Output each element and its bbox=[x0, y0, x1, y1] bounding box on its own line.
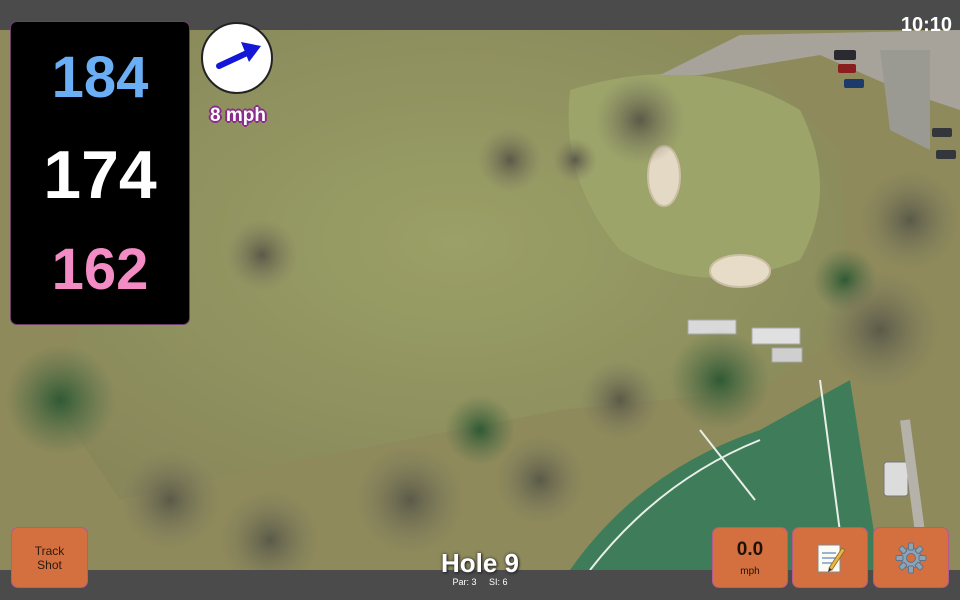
golf-gps-screen: 10:10 184 174 162 8 mph Track Shot Hole … bbox=[0, 0, 960, 600]
bunker bbox=[709, 254, 771, 288]
tree bbox=[580, 360, 660, 440]
speed-unit: mph bbox=[740, 565, 760, 577]
track-shot-button[interactable]: Track Shot bbox=[12, 528, 87, 587]
tree bbox=[595, 75, 685, 165]
tree bbox=[5, 345, 115, 455]
tree bbox=[820, 270, 940, 390]
tree bbox=[860, 170, 960, 270]
back-distance: 184 bbox=[51, 45, 149, 110]
front-distance: 162 bbox=[51, 237, 149, 302]
middle-distance: 174 bbox=[43, 137, 157, 213]
hole-stroke-index: SI: 6 bbox=[489, 577, 508, 587]
gear-icon bbox=[895, 542, 927, 573]
building bbox=[771, 347, 803, 363]
hole-title: Hole 9 bbox=[440, 548, 520, 578]
building bbox=[751, 327, 801, 345]
tree bbox=[226, 219, 298, 291]
speed-value: 0.0 bbox=[736, 538, 764, 560]
speed-button[interactable]: 0.0 mph bbox=[713, 528, 787, 587]
memo-icon bbox=[817, 544, 845, 572]
tree bbox=[478, 128, 542, 192]
distance-panel: 184 174 162 bbox=[11, 22, 189, 324]
hole-meta: Par: 3 SI: 6 bbox=[380, 577, 580, 587]
parked-car bbox=[834, 50, 856, 60]
arrow-icon bbox=[216, 42, 261, 69]
tree bbox=[670, 330, 770, 430]
vehicle bbox=[883, 461, 909, 497]
wind-speed-label: 8 mph bbox=[210, 105, 266, 126]
clock: 10:10 bbox=[900, 14, 952, 36]
hole-par: Par: 3 bbox=[452, 577, 477, 587]
settings-button[interactable] bbox=[874, 528, 948, 587]
tree bbox=[120, 450, 220, 550]
wind-direction-dial bbox=[201, 22, 273, 94]
parked-car bbox=[838, 64, 856, 73]
tree bbox=[495, 435, 585, 525]
track-shot-label-line2: Shot bbox=[37, 557, 62, 572]
tree bbox=[355, 445, 465, 555]
parked-car bbox=[932, 128, 952, 137]
tree bbox=[553, 138, 597, 182]
track-shot-label-line1: Track bbox=[34, 543, 65, 558]
parked-car bbox=[936, 150, 956, 159]
parked-car bbox=[844, 79, 864, 88]
notes-button[interactable] bbox=[793, 528, 867, 587]
